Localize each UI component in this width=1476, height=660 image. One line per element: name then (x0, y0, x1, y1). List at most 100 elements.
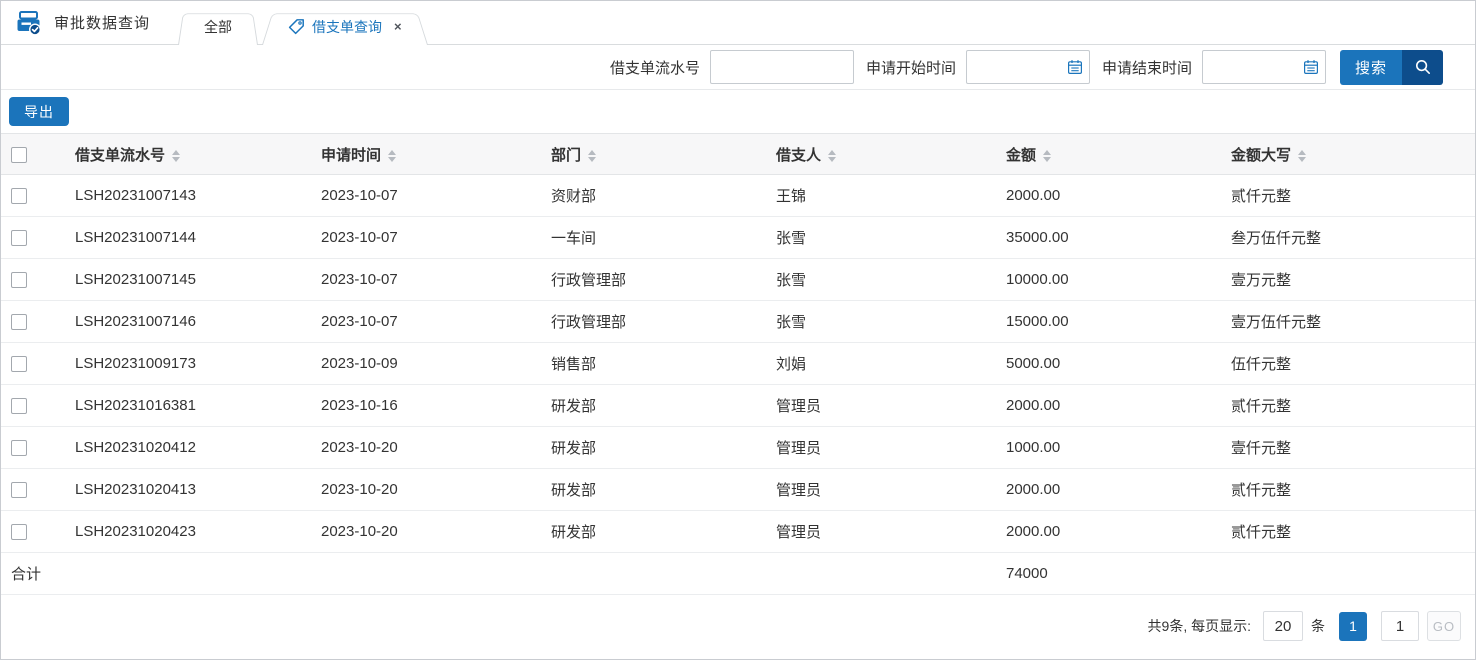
tag-icon (288, 18, 305, 35)
total-row: 合计 74000 (1, 553, 1475, 595)
row-checkbox[interactable] (11, 356, 27, 372)
cell-amount: 1000.00 (1006, 427, 1231, 469)
row-checkbox[interactable] (11, 188, 27, 204)
cell-serial: LSH20231020413 (75, 469, 321, 511)
col-header-person[interactable]: 借支人 (776, 134, 1006, 175)
sort-icon[interactable] (388, 150, 396, 162)
cell-amount-words: 贰仟元整 (1231, 511, 1475, 553)
tab-bar: 全部 借支单查询 × (178, 9, 432, 44)
table-row[interactable]: LSH20231007146 2023-10-07 行政管理部 张雪 15000… (1, 301, 1475, 343)
cell-serial: LSH20231007144 (75, 217, 321, 259)
cell-serial: LSH20231007145 (75, 259, 321, 301)
page-jump-input[interactable] (1381, 611, 1419, 641)
sort-icon[interactable] (1043, 150, 1051, 162)
tab-all[interactable]: 全部 (178, 9, 258, 44)
cell-amount-words: 贰仟元整 (1231, 469, 1475, 511)
current-page-button[interactable]: 1 (1339, 612, 1367, 641)
table-row[interactable]: LSH20231007145 2023-10-07 行政管理部 张雪 10000… (1, 259, 1475, 301)
tab-close-icon[interactable]: × (394, 20, 402, 33)
go-button[interactable]: GO (1427, 611, 1461, 641)
table-body: LSH20231007143 2023-10-07 资财部 王锦 2000.00… (1, 175, 1475, 553)
start-time-filter: 申请开始时间 (866, 50, 1090, 84)
row-checkbox[interactable] (11, 230, 27, 246)
tab-loan-query-label: 借支单查询 (312, 17, 382, 37)
cell-person: 管理员 (776, 385, 1006, 427)
cell-person: 管理员 (776, 511, 1006, 553)
row-checkbox[interactable] (11, 272, 27, 288)
table-row[interactable]: LSH20231009173 2023-10-09 销售部 刘娟 5000.00… (1, 343, 1475, 385)
total-label: 合计 (1, 553, 321, 595)
pagination-bar: 共9条, 每页显示: 20 条 1 GO (1, 595, 1475, 657)
cell-amount: 15000.00 (1006, 301, 1231, 343)
row-checkbox[interactable] (11, 524, 27, 540)
row-checkbox[interactable] (11, 314, 27, 330)
cell-person: 张雪 (776, 217, 1006, 259)
search-button[interactable]: 搜索 (1340, 50, 1443, 85)
cell-date: 2023-10-07 (321, 259, 551, 301)
cell-amount-words: 贰仟元整 (1231, 385, 1475, 427)
start-time-label: 申请开始时间 (866, 57, 956, 78)
serial-label: 借支单流水号 (610, 57, 700, 78)
cell-person: 管理员 (776, 469, 1006, 511)
cell-dept: 行政管理部 (551, 259, 776, 301)
row-checkbox[interactable] (11, 482, 27, 498)
export-button[interactable]: 导出 (9, 97, 69, 126)
end-time-label: 申请结束时间 (1102, 57, 1192, 78)
tab-loan-query[interactable]: 借支单查询 × (262, 9, 428, 44)
table-header-row: 借支单流水号 申请时间 部门 借支人 金额 金额大写 (1, 134, 1475, 175)
search-bar: 借支单流水号 申请开始时间 申请结束时间 (1, 45, 1475, 90)
cell-date: 2023-10-07 (321, 301, 551, 343)
page-size-box[interactable]: 20 (1263, 611, 1303, 641)
sort-icon[interactable] (588, 150, 596, 162)
select-all-checkbox[interactable] (11, 147, 27, 163)
document-check-icon (15, 9, 42, 36)
cell-person: 王锦 (776, 175, 1006, 217)
cell-amount: 35000.00 (1006, 217, 1231, 259)
cell-person: 张雪 (776, 301, 1006, 343)
cell-dept: 行政管理部 (551, 301, 776, 343)
cell-amount: 5000.00 (1006, 343, 1231, 385)
cell-dept: 研发部 (551, 469, 776, 511)
sort-icon[interactable] (172, 150, 180, 162)
cell-serial: LSH20231009173 (75, 343, 321, 385)
sort-icon[interactable] (1298, 150, 1306, 162)
cell-amount-words: 贰仟元整 (1231, 175, 1475, 217)
col-header-serial[interactable]: 借支单流水号 (75, 134, 321, 175)
cell-date: 2023-10-07 (321, 175, 551, 217)
serial-filter: 借支单流水号 (610, 50, 854, 84)
calendar-icon[interactable] (1303, 59, 1319, 75)
sort-icon[interactable] (828, 150, 836, 162)
cell-dept: 销售部 (551, 343, 776, 385)
calendar-icon[interactable] (1067, 59, 1083, 75)
row-checkbox[interactable] (11, 440, 27, 456)
cell-person: 管理员 (776, 427, 1006, 469)
cell-date: 2023-10-20 (321, 427, 551, 469)
col-header-amount-words[interactable]: 金额大写 (1231, 134, 1475, 175)
toolbar: 导出 (1, 90, 1475, 133)
cell-amount: 2000.00 (1006, 385, 1231, 427)
cell-serial: LSH20231016381 (75, 385, 321, 427)
table-row[interactable]: LSH20231020423 2023-10-20 研发部 管理员 2000.0… (1, 511, 1475, 553)
search-button-label: 搜索 (1340, 50, 1402, 85)
col-header-amount[interactable]: 金额 (1006, 134, 1231, 175)
table-row[interactable]: LSH20231016381 2023-10-16 研发部 管理员 2000.0… (1, 385, 1475, 427)
serial-input[interactable] (710, 50, 854, 84)
table-row[interactable]: LSH20231007144 2023-10-07 一车间 张雪 35000.0… (1, 217, 1475, 259)
col-header-dept[interactable]: 部门 (551, 134, 776, 175)
table-row[interactable]: LSH20231007143 2023-10-07 资财部 王锦 2000.00… (1, 175, 1475, 217)
cell-amount: 10000.00 (1006, 259, 1231, 301)
cell-amount-words: 伍仟元整 (1231, 343, 1475, 385)
row-checkbox[interactable] (11, 398, 27, 414)
cell-amount-words: 壹万元整 (1231, 259, 1475, 301)
cell-amount-words: 壹万伍仟元整 (1231, 301, 1475, 343)
cell-dept: 一车间 (551, 217, 776, 259)
cell-person: 刘娟 (776, 343, 1006, 385)
table-row[interactable]: LSH20231020412 2023-10-20 研发部 管理员 1000.0… (1, 427, 1475, 469)
cell-amount: 2000.00 (1006, 469, 1231, 511)
cell-date: 2023-10-07 (321, 217, 551, 259)
cell-dept: 研发部 (551, 511, 776, 553)
cell-date: 2023-10-20 (321, 511, 551, 553)
col-header-date[interactable]: 申请时间 (321, 134, 551, 175)
loan-table: 借支单流水号 申请时间 部门 借支人 金额 金额大写 LSH2023100714… (1, 133, 1475, 595)
table-row[interactable]: LSH20231020413 2023-10-20 研发部 管理员 2000.0… (1, 469, 1475, 511)
